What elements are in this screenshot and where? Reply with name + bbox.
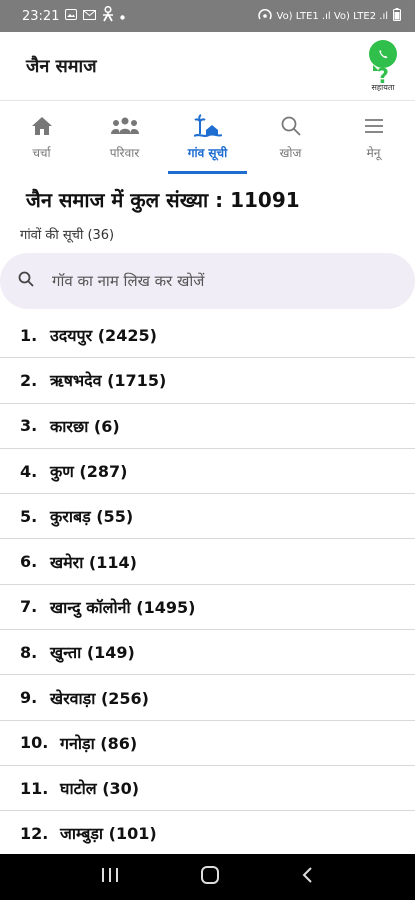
- village-name: कुण (287): [50, 462, 128, 482]
- tab-khoj[interactable]: खोज: [249, 101, 332, 174]
- search-icon: [281, 114, 301, 138]
- app-bar: जैन समाज ? सहायता: [0, 32, 415, 100]
- home-icon: [31, 114, 53, 138]
- village-name: कुराबड़ (55): [50, 507, 134, 527]
- total-count-heading: जैन समाज में कुल संख्या : 11091: [26, 188, 300, 212]
- item-number: 10.: [20, 733, 49, 753]
- village-name: घाटोल (30): [60, 779, 140, 799]
- village-name: ऋषभदेव (1715): [50, 371, 167, 391]
- search-icon: [18, 271, 34, 291]
- item-number: 12.: [20, 823, 49, 843]
- village-name: गनोड़ा (86): [60, 733, 138, 753]
- item-number: 2.: [20, 370, 38, 390]
- search-placeholder: गॉव का नाम लिख कर खोजें: [52, 272, 205, 290]
- village-list-count: गांवों की सूची (36): [20, 228, 115, 243]
- tab-label: परिवार: [109, 146, 140, 160]
- battery-icon: [393, 8, 401, 24]
- list-item[interactable]: 4. कुण (287): [0, 449, 415, 495]
- tab-bar: चर्चा परिवार गांव सूची खोज मेनू: [0, 100, 415, 174]
- hotspot-icon: [257, 8, 272, 24]
- menu-icon: [364, 114, 384, 138]
- photo-notification-icon: [65, 8, 78, 24]
- village-name: कारछा (6): [50, 416, 120, 436]
- list-item[interactable]: 9. खेरवाड़ा (256): [0, 675, 415, 721]
- village-name: उदयपुर (2425): [50, 326, 157, 346]
- whatsapp-icon: [369, 39, 397, 71]
- status-right: Vo) LTE1 .ıl Vo) LTE2 .ıl: [257, 8, 401, 24]
- item-number: 1.: [20, 325, 38, 345]
- item-number: 7.: [20, 597, 38, 617]
- status-bar: 23:21 Vo) LTE1 .ıl Vo) LTE2 .ıl: [0, 0, 415, 32]
- list-item[interactable]: 3. कारछा (6): [0, 404, 415, 449]
- home-button[interactable]: [200, 865, 220, 889]
- item-number: 8.: [20, 642, 38, 662]
- item-number: 6.: [20, 552, 38, 572]
- item-number: 3.: [20, 416, 38, 436]
- village-search-input[interactable]: गॉव का नाम लिख कर खोजें: [0, 253, 415, 309]
- village-name: खुन्ता (149): [50, 643, 135, 663]
- status-time: 23:21: [22, 8, 60, 24]
- mail-notification-icon: [83, 9, 97, 24]
- item-number: 9.: [20, 688, 38, 708]
- tab-charcha[interactable]: चर्चा: [0, 101, 83, 174]
- system-nav-bar: [0, 854, 415, 900]
- tab-label: खोज: [279, 146, 302, 160]
- tab-parivar[interactable]: परिवार: [83, 101, 166, 174]
- tab-gaon-suchi[interactable]: गांव सूची: [166, 101, 249, 174]
- help-button[interactable]: ? सहायता: [363, 39, 403, 93]
- list-item[interactable]: 10. गनोड़ा (86): [0, 721, 415, 766]
- list-item[interactable]: 2. ऋषभदेव (1715): [0, 358, 415, 404]
- village-name: खान्दु कॉलोनी (1495): [50, 597, 196, 617]
- list-item[interactable]: 8. खुन्ता (149): [0, 630, 415, 676]
- village-list: 1. उदयपुर (2425) 2. ऋषभदेव (1715) 3. कारछा …: [0, 313, 415, 857]
- list-item[interactable]: 12. जाम्बुड़ा (101): [0, 811, 415, 857]
- list-item[interactable]: 6. खमेरा (114): [0, 539, 415, 585]
- question-mark-icon: ?: [377, 63, 389, 88]
- list-item[interactable]: 7. खान्दु कॉलोनी (1495): [0, 585, 415, 631]
- item-number: 11.: [20, 778, 49, 798]
- item-number: 5.: [20, 506, 38, 526]
- tab-label: गांव सूची: [187, 146, 228, 160]
- list-item[interactable]: 5. कुराबड़ (55): [0, 494, 415, 540]
- village-name: खेरवाड़ा (256): [50, 688, 149, 708]
- tab-label: मेनू: [366, 146, 381, 160]
- back-button[interactable]: [301, 866, 315, 888]
- village-name: खमेरा (114): [50, 552, 137, 572]
- village-icon: [193, 114, 222, 138]
- tab-label: चर्चा: [32, 146, 51, 160]
- list-item[interactable]: 1. उदयपुर (2425): [0, 313, 415, 359]
- item-number: 4.: [20, 461, 38, 481]
- app-title: जैन समाज: [26, 56, 97, 77]
- notification-dot-icon: [120, 9, 126, 24]
- status-left: 23:21: [22, 5, 126, 26]
- village-name: जाम्बुड़ा (101): [60, 824, 157, 844]
- family-icon: [110, 114, 139, 138]
- summary-section: जैन समाज में कुल संख्या : 11091 गांवों क…: [0, 174, 415, 249]
- tab-menu[interactable]: मेनू: [332, 101, 415, 174]
- network-indicator: Vo) LTE1 .ıl Vo) LTE2 .ıl: [276, 10, 389, 22]
- person-notification-icon: [102, 5, 114, 26]
- list-item[interactable]: 11. घाटोल (30): [0, 766, 415, 812]
- recent-apps-button[interactable]: [101, 867, 119, 887]
- help-label: सहायता: [371, 82, 395, 92]
